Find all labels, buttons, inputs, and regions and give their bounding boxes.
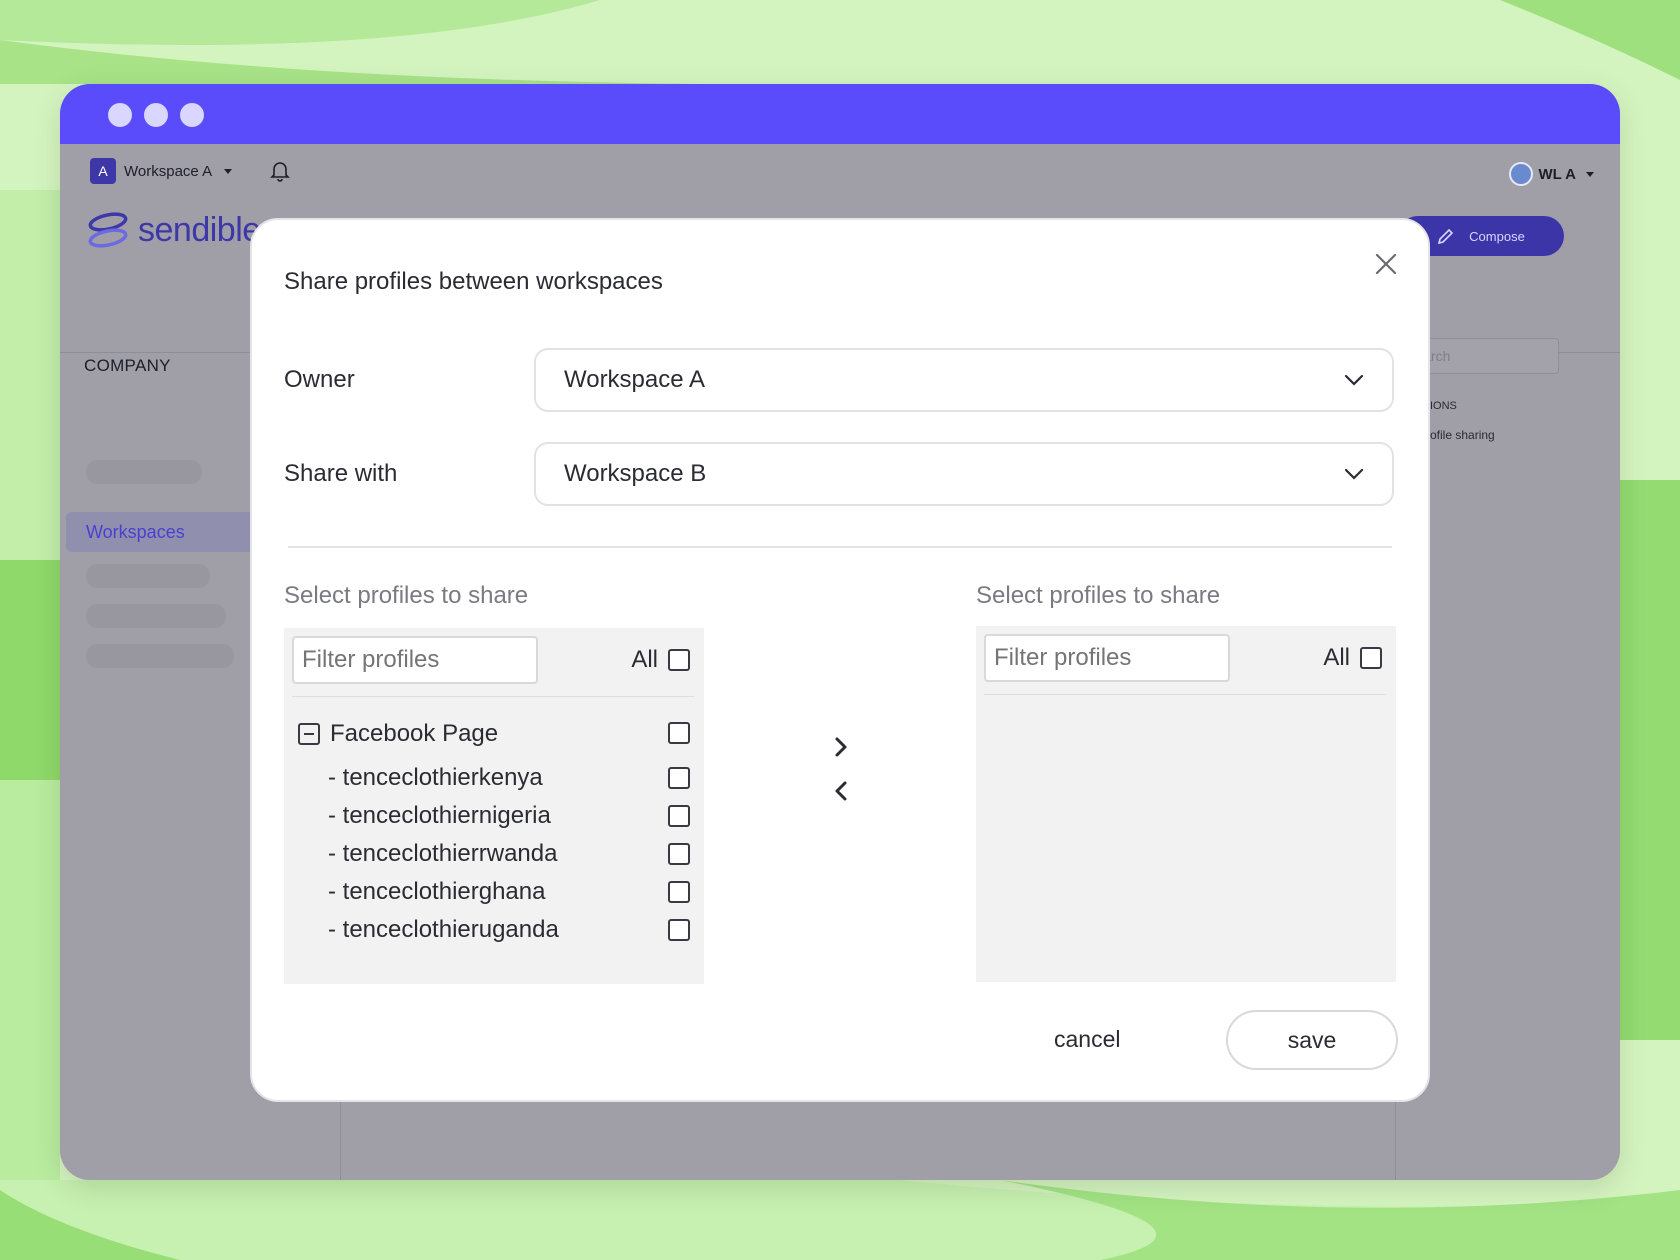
logo-swirl-icon <box>88 212 128 248</box>
source-filter-input[interactable] <box>292 636 538 684</box>
move-left-button[interactable] <box>828 778 854 804</box>
user-menu[interactable]: WL A <box>1508 162 1594 186</box>
window-close-dot[interactable] <box>108 103 132 127</box>
select-all-checkbox[interactable] <box>1360 647 1382 669</box>
source-select-all[interactable]: All <box>631 646 690 674</box>
profile-label: - tenceclothierghana <box>328 878 546 905</box>
source-profiles-panel: All Facebook Page - tenceclothierkenya -… <box>284 628 704 984</box>
sidebar-placeholder-item <box>86 564 210 588</box>
profile-label: - tenceclothierkenya <box>328 764 543 791</box>
bell-icon[interactable] <box>270 160 290 187</box>
user-label: WL A <box>1538 165 1577 183</box>
panel-divider <box>292 696 694 697</box>
window-minimize-dot[interactable] <box>144 103 168 127</box>
share-profiles-modal: Share profiles between workspaces Owner … <box>250 218 1430 1102</box>
owner-select-value: Workspace A <box>564 366 705 393</box>
sidebar-placeholder-item <box>86 460 202 484</box>
profile-checkbox[interactable] <box>668 881 690 903</box>
sendible-logo: sendible <box>86 210 261 250</box>
workspace-switcher[interactable]: A Workspace A <box>90 158 233 184</box>
group-checkbox[interactable] <box>668 722 690 744</box>
avatar <box>1508 162 1533 186</box>
share-with-select[interactable]: Workspace B <box>534 442 1394 506</box>
sidebar-placeholder-item <box>86 644 234 668</box>
cancel-button[interactable]: cancel <box>1054 1026 1120 1053</box>
save-button[interactable]: save <box>1226 1010 1398 1070</box>
workspace-badge: A <box>90 158 116 184</box>
share-with-label: Share with <box>284 460 398 487</box>
group-row-facebook-page: Facebook Page <box>298 720 690 748</box>
list-item: - tenceclothierrwanda <box>328 840 690 870</box>
collapse-icon[interactable] <box>298 723 320 745</box>
select-all-checkbox[interactable] <box>668 649 690 671</box>
modal-title: Share profiles between workspaces <box>284 268 663 295</box>
sidebar-item-workspaces-label: Workspaces <box>86 522 185 542</box>
caret-down-icon <box>224 168 233 174</box>
modal-divider <box>288 546 1392 548</box>
pencil-icon <box>1438 228 1454 245</box>
caret-down-icon <box>1586 171 1594 177</box>
source-panel-title: Select profiles to share <box>284 582 529 609</box>
select-all-label: All <box>1323 644 1350 671</box>
chevron-down-icon <box>1344 468 1364 480</box>
list-item: - tenceclothieruganda <box>328 916 690 946</box>
profile-label: - tenceclothiernigeria <box>328 802 551 829</box>
profile-sharing-link[interactable]: ofile sharing <box>1430 428 1495 442</box>
profile-label: - tenceclothierrwanda <box>328 840 558 867</box>
chevron-right-icon <box>835 737 847 757</box>
move-right-button[interactable] <box>828 734 854 760</box>
share-with-select-value: Workspace B <box>564 460 707 487</box>
sidebar-placeholder-item <box>86 604 226 628</box>
list-item: - tenceclothiernigeria <box>328 802 690 832</box>
close-icon[interactable] <box>1372 250 1400 278</box>
window-maximize-dot[interactable] <box>180 103 204 127</box>
right-section-heading: IONS <box>1430 400 1457 412</box>
target-filter-input[interactable] <box>984 634 1230 682</box>
logo-text: sendible <box>138 210 261 249</box>
target-profiles-panel: All <box>976 626 1396 982</box>
target-panel-title: Select profiles to share <box>976 582 1221 609</box>
compose-label: Compose <box>1469 228 1525 244</box>
chevron-left-icon <box>835 781 847 801</box>
target-select-all[interactable]: All <box>1323 644 1382 672</box>
list-item: - tenceclothierkenya <box>328 764 690 794</box>
profile-checkbox[interactable] <box>668 767 690 789</box>
owner-label: Owner <box>284 366 355 393</box>
owner-select[interactable]: Workspace A <box>534 348 1394 412</box>
select-all-label: All <box>631 646 658 673</box>
window-titlebar <box>60 84 1620 144</box>
profile-checkbox[interactable] <box>668 919 690 941</box>
profile-checkbox[interactable] <box>668 805 690 827</box>
profile-label: - tenceclothieruganda <box>328 916 559 943</box>
sidebar-heading: COMPANY <box>84 356 171 375</box>
workspace-switcher-label: Workspace A <box>124 162 213 180</box>
profile-checkbox[interactable] <box>668 843 690 865</box>
chevron-down-icon <box>1344 374 1364 386</box>
list-item: - tenceclothierghana <box>328 878 690 908</box>
panel-divider <box>984 694 1386 695</box>
group-label: Facebook Page <box>330 720 499 747</box>
